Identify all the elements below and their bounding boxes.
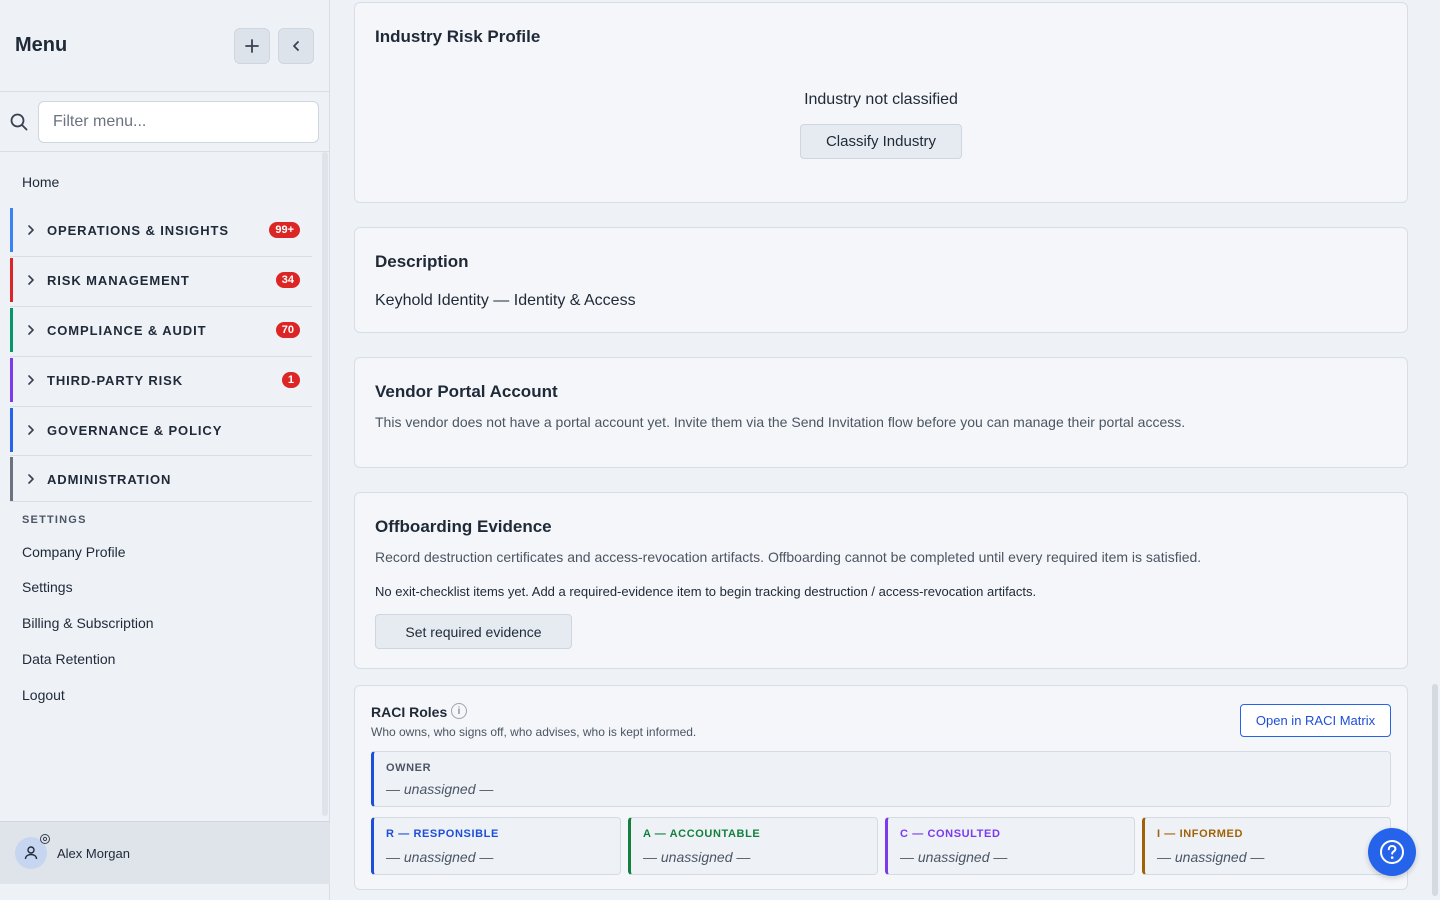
sidebar-group-label: OPERATIONS & INSIGHTS [47, 222, 229, 238]
chevron-right-icon [27, 275, 39, 285]
open-raci-matrix-button[interactable]: Open in RACI Matrix [1240, 704, 1391, 737]
vendor-portal-card: Vendor Portal Account This vendor does n… [354, 357, 1408, 468]
sidebar-group-third-party-risk[interactable]: THIRD-PARTY RISK 1 [10, 358, 312, 402]
chevron-right-icon [27, 425, 39, 435]
count-badge: 34 [275, 272, 300, 288]
raci-owner-box[interactable]: OWNER — unassigned — [371, 751, 1391, 807]
sidebar-item-data-retention[interactable]: Data Retention [22, 651, 115, 667]
sidebar-title: Menu [15, 34, 68, 56]
divider [10, 455, 312, 456]
count-badge: 1 [281, 372, 300, 388]
offboarding-subtitle: Record destruction certificates and acce… [375, 549, 1202, 565]
raci-role-label: C — CONSULTED [900, 828, 1001, 840]
plus-icon [245, 38, 259, 53]
user-footer[interactable]: Alex Morgan [0, 821, 330, 884]
raci-roles-card: RACI Roles i Who owns, who signs off, wh… [354, 685, 1408, 890]
chevron-right-icon [27, 474, 39, 484]
raci-role-value: — unassigned — [386, 849, 494, 865]
divider [10, 501, 312, 502]
sidebar-item-company-profile[interactable]: Company Profile [22, 544, 126, 560]
sidebar-item-home[interactable]: Home [22, 174, 59, 190]
help-button[interactable] [1368, 828, 1416, 876]
sidebar-group-risk-management[interactable]: RISK MANAGEMENT 34 [10, 258, 312, 302]
user-name: Alex Morgan [57, 845, 130, 861]
sidebar-header: Menu [0, 0, 329, 92]
industry-status: Industry not classified [804, 91, 958, 108]
sidebar-group-label: GOVERNANCE & POLICY [47, 422, 223, 438]
raci-owner-label: OWNER [386, 762, 432, 774]
classify-industry-button[interactable]: Classify Industry [800, 124, 962, 159]
sidebar-item-billing[interactable]: Billing & Subscription [22, 615, 154, 631]
set-required-evidence-button[interactable]: Set required evidence [375, 614, 572, 649]
sidebar-scrollbar[interactable] [322, 152, 328, 816]
count-badge: 70 [275, 322, 300, 338]
raci-informed-box[interactable]: I — INFORMED — unassigned — [1142, 817, 1391, 875]
chevron-left-icon [293, 40, 299, 51]
sidebar-group-operations-insights[interactable]: OPERATIONS & INSIGHTS 99+ [10, 208, 312, 252]
add-button[interactable] [234, 27, 270, 64]
gear-icon [40, 834, 50, 844]
raci-subtitle: Who owns, who signs off, who advises, wh… [371, 725, 697, 739]
sidebar-group-compliance-audit[interactable]: COMPLIANCE & AUDIT 70 [10, 308, 312, 352]
sidebar: Menu Home OPERATIONS & INSIGHTS 99+ RISK… [0, 0, 330, 900]
offboarding-evidence-card: Offboarding Evidence Record destruction … [354, 492, 1408, 669]
raci-consulted-box[interactable]: C — CONSULTED — unassigned — [885, 817, 1135, 875]
raci-role-label: A — ACCOUNTABLE [643, 828, 761, 840]
card-title: Offboarding Evidence [375, 517, 552, 536]
card-title: Vendor Portal Account [375, 382, 558, 401]
raci-role-label: R — RESPONSIBLE [386, 828, 499, 840]
filter-menu-input[interactable] [38, 100, 319, 143]
sidebar-group-label: ADMINISTRATION [47, 471, 172, 487]
sidebar-group-label: THIRD-PARTY RISK [47, 372, 183, 388]
raci-role-value: — unassigned — [643, 849, 751, 865]
raci-title: RACI Roles [371, 704, 448, 720]
offboarding-empty-text: No exit-checklist items yet. Add a requi… [375, 584, 1037, 599]
raci-role-label: I — INFORMED [1157, 828, 1244, 840]
card-title: Description [375, 252, 469, 271]
settings-section-heading: SETTINGS [22, 514, 87, 526]
raci-owner-value: — unassigned — [386, 781, 494, 797]
divider [10, 256, 312, 257]
sidebar-group-label: RISK MANAGEMENT [47, 272, 190, 288]
info-icon[interactable]: i [451, 703, 467, 719]
avatar[interactable] [15, 834, 50, 869]
count-badge: 99+ [269, 222, 300, 238]
card-title: Industry Risk Profile [375, 27, 541, 46]
chevron-right-icon [27, 375, 39, 385]
industry-risk-profile-card: Industry Risk Profile Industry not class… [354, 2, 1408, 203]
raci-responsible-box[interactable]: R — RESPONSIBLE — unassigned — [371, 817, 621, 875]
help-icon [1380, 840, 1404, 864]
sidebar-search [0, 92, 329, 152]
divider [10, 356, 312, 357]
divider [10, 406, 312, 407]
sidebar-group-label: COMPLIANCE & AUDIT [47, 322, 207, 338]
search-icon [10, 113, 30, 131]
description-text: Keyhold Identity — Identity & Access [375, 292, 636, 309]
raci-accountable-box[interactable]: A — ACCOUNTABLE — unassigned — [628, 817, 878, 875]
sidebar-item-logout[interactable]: Logout [22, 687, 65, 703]
divider [10, 306, 312, 307]
main-scrollbar[interactable] [1432, 684, 1438, 896]
collapse-sidebar-button[interactable] [278, 27, 314, 64]
chevron-right-icon [27, 225, 39, 235]
chevron-right-icon [27, 325, 39, 335]
sidebar-group-administration[interactable]: ADMINISTRATION [10, 457, 312, 501]
sidebar-group-governance-policy[interactable]: GOVERNANCE & POLICY [10, 408, 312, 452]
raci-role-value: — unassigned — [1157, 849, 1265, 865]
sidebar-item-settings[interactable]: Settings [22, 579, 73, 595]
raci-role-value: — unassigned — [900, 849, 1008, 865]
user-icon [24, 846, 38, 860]
description-card: Description Keyhold Identity — Identity … [354, 227, 1408, 333]
portal-text: This vendor does not have a portal accou… [375, 414, 1186, 430]
